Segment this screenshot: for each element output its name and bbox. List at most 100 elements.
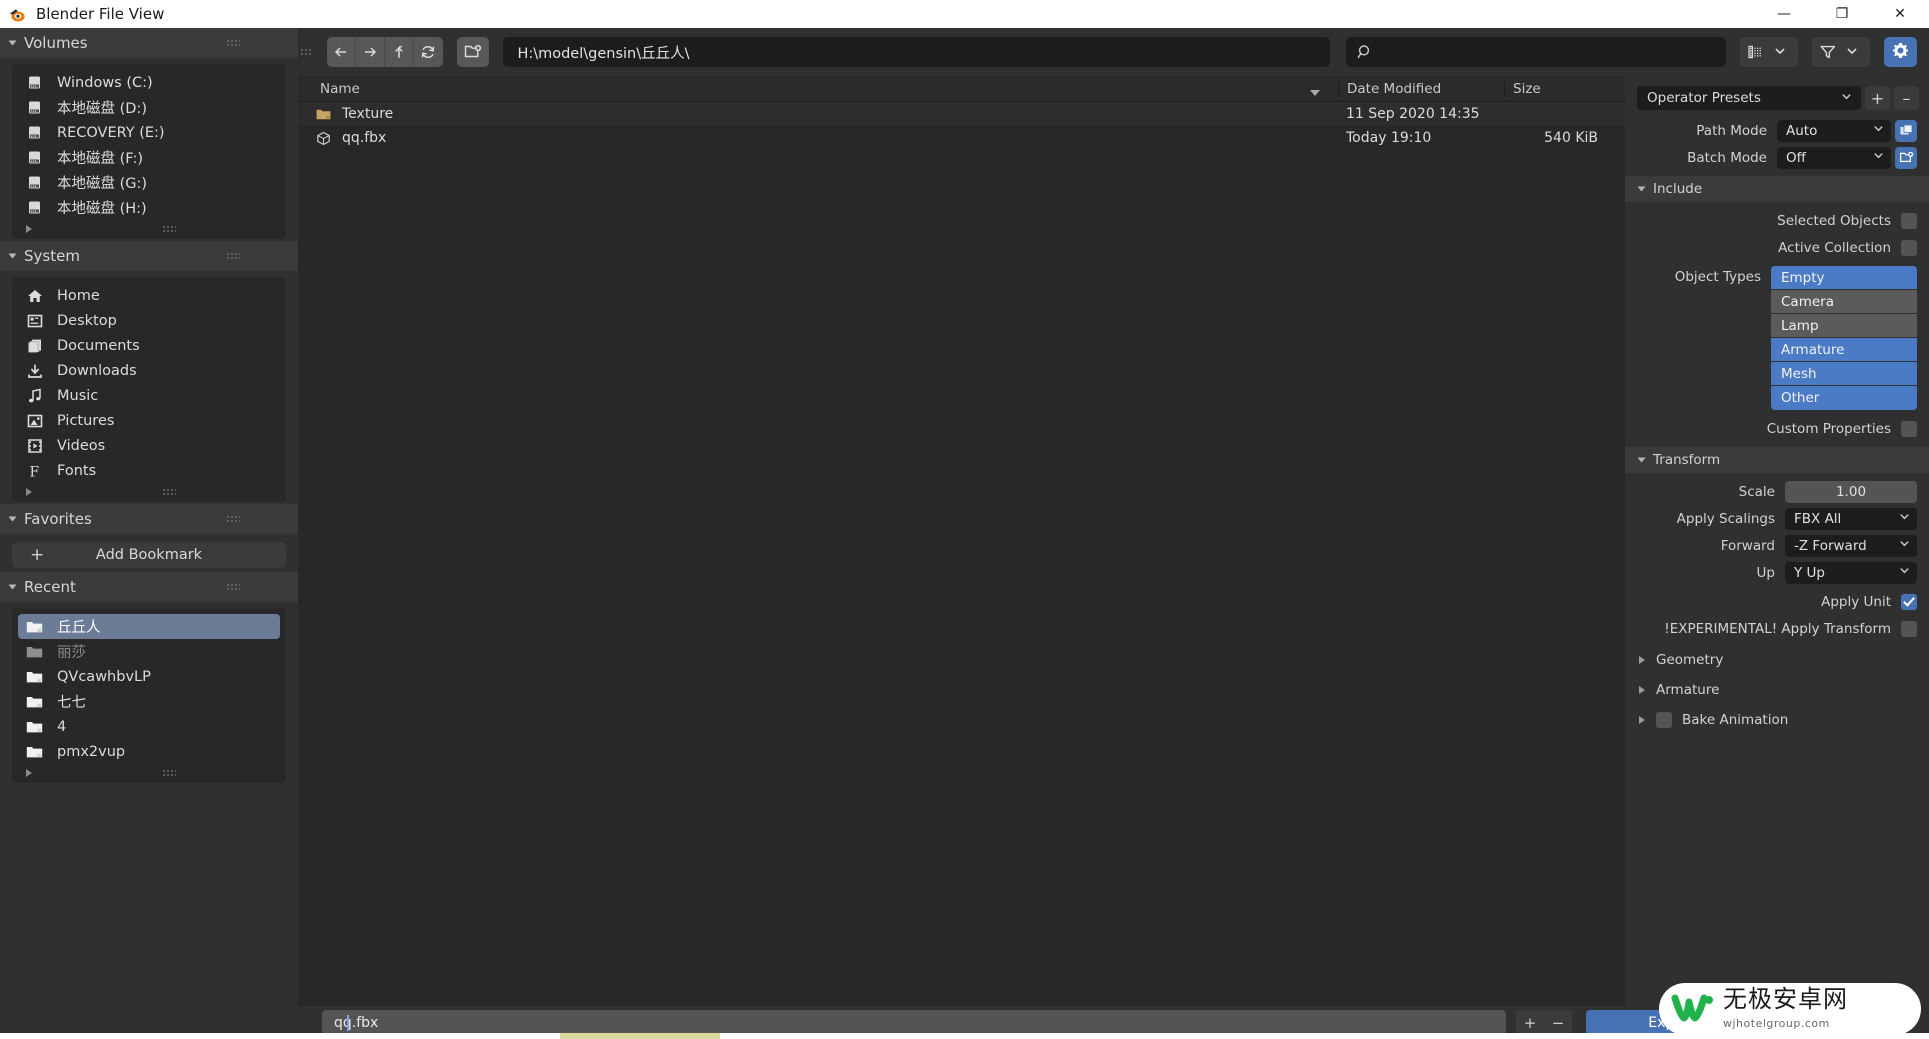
sidebar-item-volume[interactable]: 本地磁盘 (D:) bbox=[12, 95, 286, 120]
sidebar-section-title: Recent bbox=[24, 578, 76, 596]
chevron-down-icon bbox=[1845, 43, 1859, 62]
sidebar-item-volume[interactable]: RECOVERY (E:) bbox=[12, 120, 286, 145]
sidebar-item-home[interactable]: Home bbox=[12, 283, 286, 308]
sidebar-panel-footer bbox=[12, 220, 286, 237]
increment-button[interactable]: + bbox=[1524, 1014, 1537, 1032]
drag-grip-icon[interactable] bbox=[226, 583, 240, 591]
back-button[interactable] bbox=[327, 37, 357, 67]
new-directory-button[interactable] bbox=[456, 37, 490, 67]
apply-scalings-dropdown[interactable]: FBX All bbox=[1785, 507, 1917, 530]
sidebar: Volumes Windows (C:) 本地磁盘 (D:) RECOVERY … bbox=[0, 28, 298, 1039]
forward-button[interactable] bbox=[356, 37, 386, 67]
object-type-armature[interactable]: Armature bbox=[1771, 338, 1917, 362]
apply-transform-checkbox[interactable] bbox=[1901, 620, 1917, 637]
column-header-name[interactable]: Name bbox=[298, 81, 1338, 97]
forward-dropdown[interactable]: -Z Forward bbox=[1785, 534, 1917, 557]
file-name-cell: qq.fbx bbox=[298, 130, 1338, 146]
sidebar-section-volumes-header[interactable]: Volumes bbox=[0, 28, 298, 58]
sidebar-item-downloads[interactable]: Downloads bbox=[12, 358, 286, 383]
sidebar-item-label: Home bbox=[57, 287, 100, 304]
batch-mode-dropdown[interactable]: Off bbox=[1777, 146, 1891, 169]
resize-grip-icon[interactable] bbox=[162, 225, 176, 233]
sidebar-section-recent-header[interactable]: Recent bbox=[0, 572, 298, 602]
sort-descending-icon[interactable] bbox=[1310, 89, 1320, 96]
resize-grip-icon[interactable] bbox=[162, 769, 176, 777]
geometry-section-header[interactable]: Geometry bbox=[1625, 645, 1929, 675]
new-folder-icon[interactable] bbox=[1895, 146, 1917, 169]
sidebar-section-system-header[interactable]: System bbox=[0, 241, 298, 271]
object-type-empty[interactable]: Empty bbox=[1771, 266, 1917, 290]
list-item[interactable]: QVcawhbvLP bbox=[12, 664, 286, 689]
sidebar-item-fonts[interactable]: F Fonts bbox=[12, 458, 286, 483]
copy-paths-icon[interactable] bbox=[1895, 119, 1917, 142]
add-bookmark-button[interactable]: + Add Bookmark bbox=[12, 542, 286, 568]
sidebar-item-volume[interactable]: 本地磁盘 (G:) bbox=[12, 170, 286, 195]
close-button[interactable]: ✕ bbox=[1871, 0, 1929, 28]
filter-control[interactable] bbox=[1812, 37, 1871, 67]
apply-unit-checkbox[interactable] bbox=[1901, 593, 1917, 610]
sidebar-section-favorites-header[interactable]: Favorites bbox=[0, 504, 298, 534]
chevron-down-icon bbox=[1872, 149, 1885, 166]
minimize-button[interactable]: — bbox=[1755, 0, 1813, 28]
list-item[interactable]: 丘丘人 bbox=[18, 614, 280, 639]
sidebar-item-volume[interactable]: 本地磁盘 (H:) bbox=[12, 195, 286, 220]
sidebar-item-pictures[interactable]: Pictures bbox=[12, 408, 286, 433]
drag-grip-icon[interactable] bbox=[226, 515, 240, 523]
list-item-label: 七七 bbox=[57, 695, 86, 711]
table-row[interactable]: qq.fbx Today 19:10 540 KiB bbox=[298, 126, 1625, 150]
sidebar-item-videos[interactable]: Videos bbox=[12, 433, 286, 458]
chevron-right-icon[interactable] bbox=[26, 768, 32, 777]
up-row: Up Y Up bbox=[1625, 560, 1929, 585]
custom-properties-checkbox[interactable] bbox=[1901, 420, 1917, 437]
add-preset-button[interactable]: + bbox=[1865, 86, 1890, 110]
chevron-right-icon[interactable] bbox=[26, 487, 32, 496]
object-type-lamp[interactable]: Lamp bbox=[1771, 314, 1917, 338]
display-mode-control[interactable] bbox=[1740, 37, 1799, 67]
drag-grip-icon[interactable] bbox=[300, 48, 314, 56]
object-type-other[interactable]: Other bbox=[1771, 386, 1917, 410]
list-item[interactable]: pmx2vup bbox=[12, 739, 286, 764]
armature-section-header[interactable]: Armature bbox=[1625, 675, 1929, 705]
column-header-date[interactable]: Date Modified bbox=[1338, 80, 1504, 97]
active-collection-checkbox[interactable] bbox=[1901, 239, 1917, 256]
path-mode-dropdown[interactable]: Auto bbox=[1777, 119, 1891, 142]
taskbar-active-tab[interactable] bbox=[560, 1033, 720, 1039]
table-row[interactable]: Texture 11 Sep 2020 14:35 bbox=[298, 102, 1625, 126]
remove-preset-button[interactable]: – bbox=[1894, 86, 1919, 110]
scale-value-field[interactable]: 1.00 bbox=[1785, 480, 1917, 503]
list-item[interactable]: 4 bbox=[12, 714, 286, 739]
path-input[interactable]: H:\model\gensin\丘丘人\ bbox=[503, 37, 1331, 67]
refresh-button[interactable] bbox=[414, 37, 443, 67]
list-item[interactable]: 七七 bbox=[12, 689, 286, 714]
operator-presets-dropdown[interactable]: Operator Presets bbox=[1637, 86, 1861, 110]
drag-grip-icon[interactable] bbox=[226, 252, 240, 260]
bake-animation-checkbox[interactable] bbox=[1656, 712, 1672, 728]
chevron-down-icon bbox=[1898, 564, 1911, 581]
disk-drive-icon bbox=[24, 74, 45, 92]
object-type-mesh[interactable]: Mesh bbox=[1771, 362, 1917, 386]
parent-directory-button[interactable] bbox=[385, 37, 414, 67]
search-input[interactable] bbox=[1346, 37, 1727, 67]
file-list-header: Name Date Modified Size bbox=[298, 76, 1625, 102]
sidebar-item-documents[interactable]: Documents bbox=[12, 333, 286, 358]
resize-grip-icon[interactable] bbox=[162, 488, 176, 496]
bake-animation-section-header[interactable]: Bake Animation bbox=[1625, 705, 1929, 735]
decrement-button[interactable]: − bbox=[1552, 1014, 1565, 1032]
sidebar-item-volume[interactable]: Windows (C:) bbox=[12, 70, 286, 95]
column-header-size[interactable]: Size bbox=[1504, 80, 1624, 97]
sidebar-item-volume[interactable]: 本地磁盘 (F:) bbox=[12, 145, 286, 170]
chevron-right-icon[interactable] bbox=[26, 224, 32, 233]
object-type-camera[interactable]: Camera bbox=[1771, 290, 1917, 314]
chevron-down-icon bbox=[8, 516, 17, 522]
selected-objects-checkbox[interactable] bbox=[1901, 212, 1917, 229]
filename-input[interactable]: qq.fbx bbox=[322, 1010, 1506, 1035]
transform-section-header[interactable]: Transform bbox=[1625, 447, 1929, 473]
drag-grip-icon[interactable] bbox=[226, 39, 240, 47]
up-dropdown[interactable]: Y Up bbox=[1785, 561, 1917, 584]
maximize-button[interactable]: ❐ bbox=[1813, 0, 1871, 28]
sidebar-item-desktop[interactable]: Desktop bbox=[12, 308, 286, 333]
include-section-header[interactable]: Include bbox=[1625, 176, 1929, 202]
sidebar-item-music[interactable]: Music bbox=[12, 383, 286, 408]
list-item[interactable]: 丽莎 bbox=[12, 639, 286, 664]
settings-button[interactable] bbox=[1884, 37, 1917, 67]
